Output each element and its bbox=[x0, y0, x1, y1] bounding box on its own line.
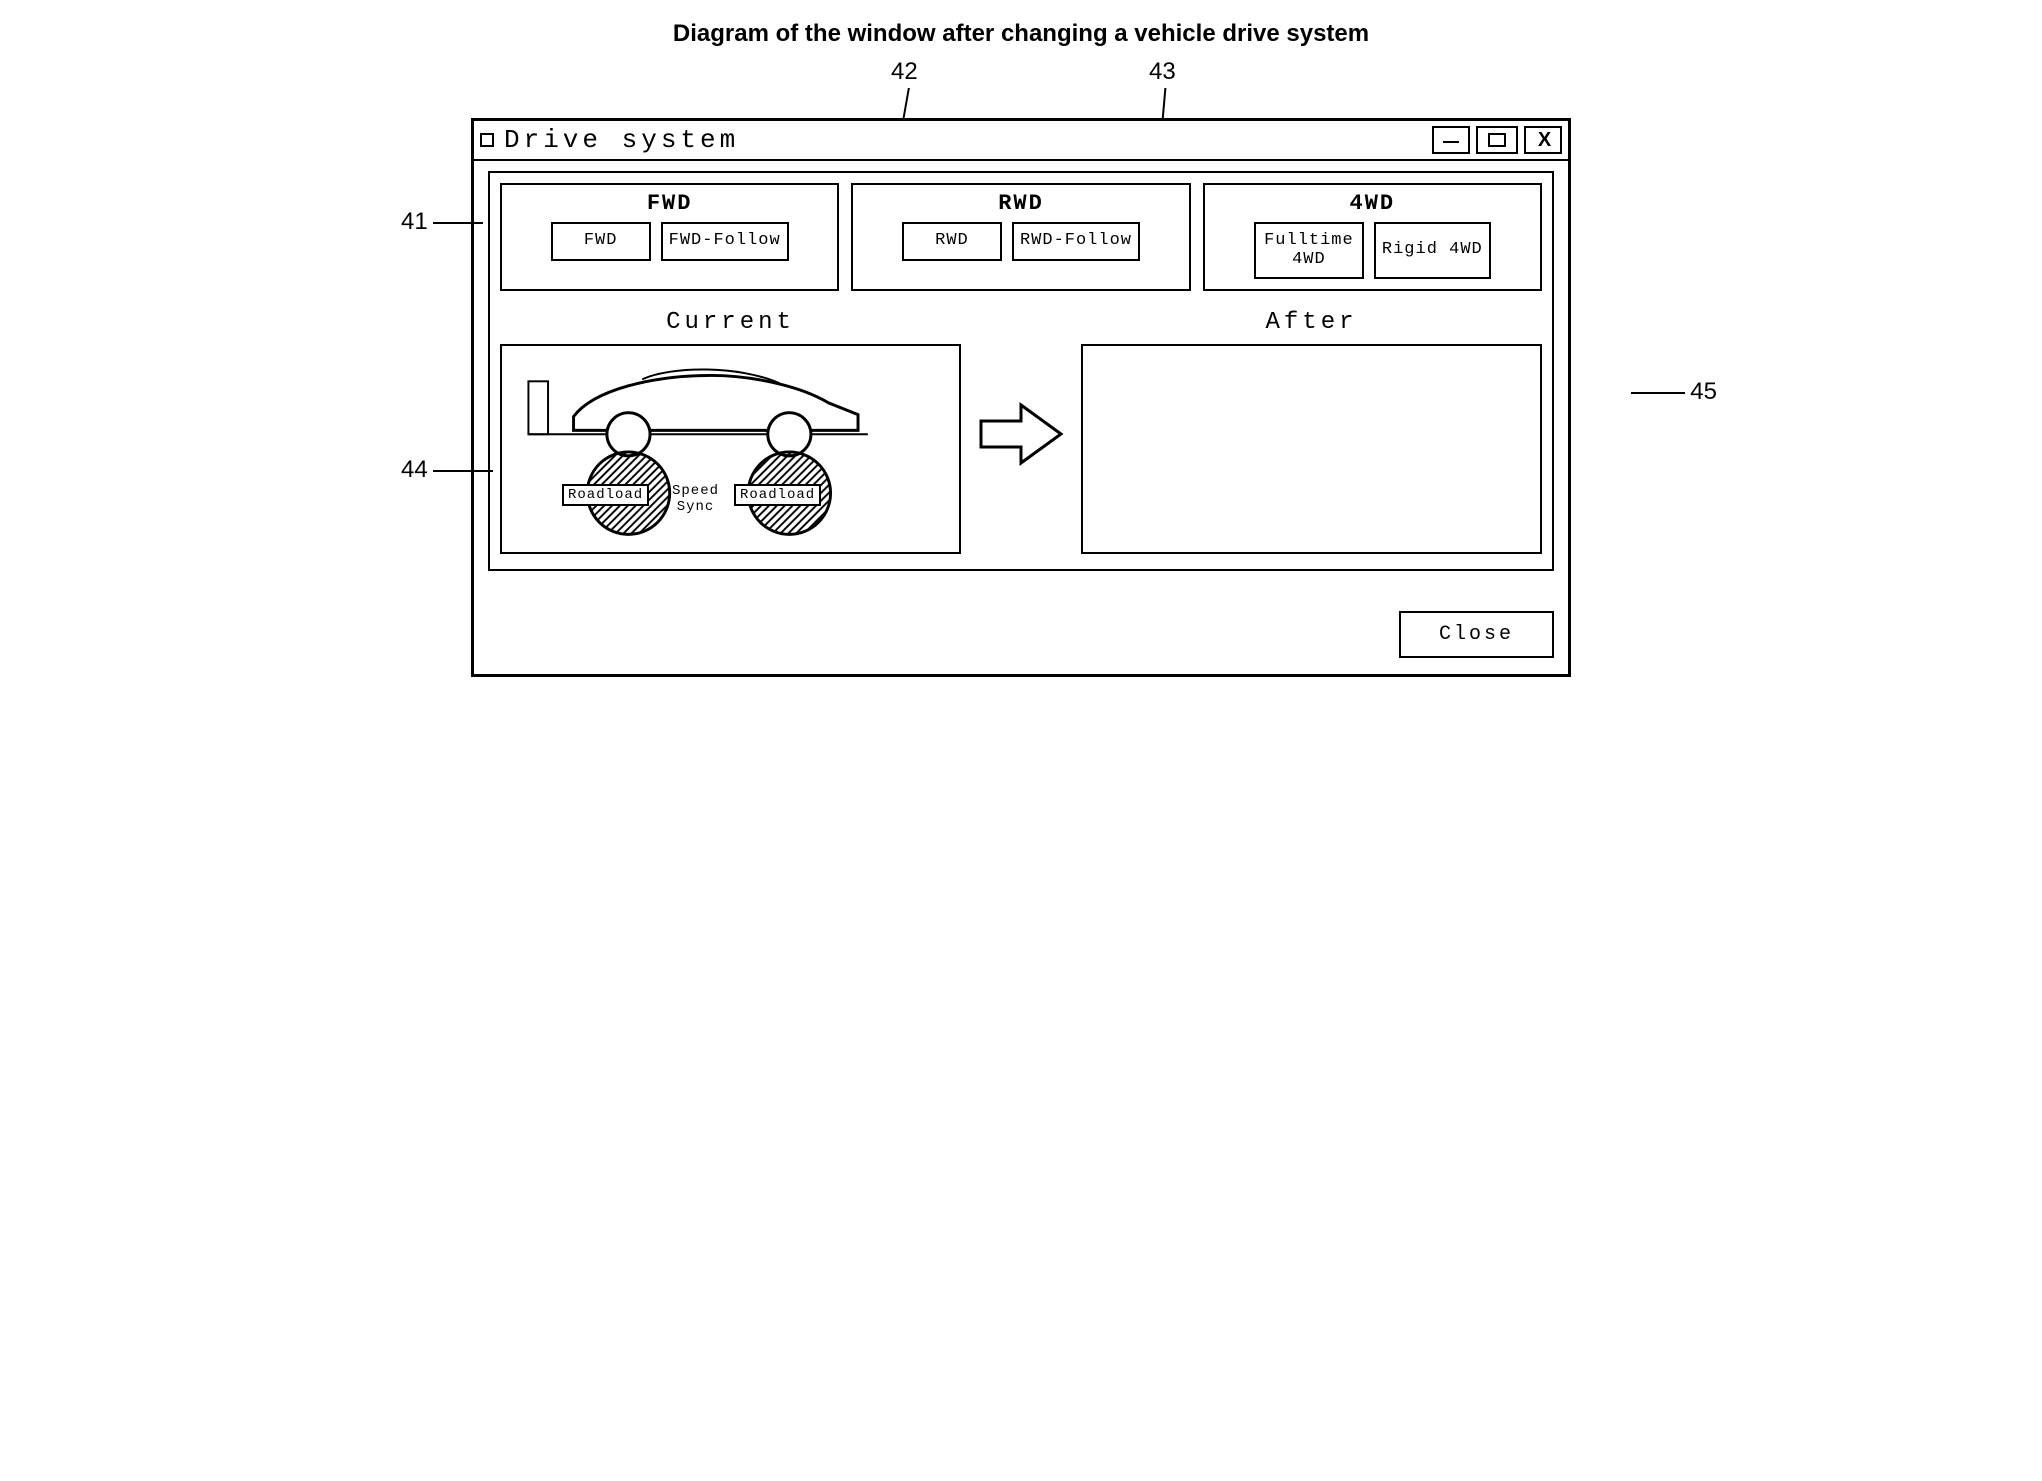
top-callouts: 42 43 bbox=[401, 58, 1641, 118]
front-roller-label: Roadload bbox=[562, 484, 649, 506]
callout-41-leader bbox=[433, 222, 483, 224]
callout-45-leader bbox=[1631, 392, 1685, 394]
fwd-follow-button[interactable]: FWD-Follow bbox=[661, 222, 789, 261]
current-vehicle-diagram bbox=[502, 346, 959, 552]
current-label: Current bbox=[500, 309, 961, 336]
fulltime-4wd-button[interactable]: Fulltime 4WD bbox=[1254, 222, 1364, 279]
rigid-4wd-button[interactable]: Rigid 4WD bbox=[1374, 222, 1491, 279]
rwd-button[interactable]: RWD bbox=[902, 222, 1002, 261]
rwd-follow-button[interactable]: RWD-Follow bbox=[1012, 222, 1140, 261]
4wd-group-title: 4WD bbox=[1215, 191, 1530, 216]
close-window-button[interactable]: X bbox=[1524, 126, 1562, 154]
main-panel: FWD FWD FWD-Follow RWD RWD RWD-Follow bbox=[488, 171, 1554, 571]
4wd-group: 4WD Fulltime 4WD Rigid 4WD bbox=[1203, 183, 1542, 291]
minimize-icon bbox=[1443, 137, 1459, 143]
fwd-group: FWD FWD FWD-Follow bbox=[500, 183, 839, 291]
rwd-group: RWD RWD RWD-Follow bbox=[851, 183, 1190, 291]
maximize-button[interactable] bbox=[1476, 126, 1518, 154]
current-preview-box: Roadload Speed Sync Roadload bbox=[500, 344, 961, 554]
drive-system-window: Drive system X FWD FWD FWD-Follow bbox=[471, 118, 1571, 677]
figure-caption: Diagram of the window after changing a v… bbox=[401, 20, 1641, 48]
callout-43: 43 bbox=[1149, 58, 1176, 86]
fwd-group-title: FWD bbox=[512, 191, 827, 216]
drive-system-selector-row: FWD FWD FWD-Follow RWD RWD RWD-Follow bbox=[500, 183, 1542, 291]
preview-row: Current bbox=[500, 309, 1542, 559]
window-client-area: FWD FWD FWD-Follow RWD RWD RWD-Follow bbox=[474, 161, 1568, 674]
rwd-group-title: RWD bbox=[863, 191, 1178, 216]
rear-roller-label: Roadload bbox=[734, 484, 821, 506]
window-controls: X bbox=[1432, 126, 1562, 154]
transition-arrow bbox=[961, 309, 1081, 559]
callout-42: 42 bbox=[891, 58, 918, 86]
callout-44-leader bbox=[433, 470, 493, 472]
after-preview-column: After bbox=[1081, 309, 1542, 554]
titlebar: Drive system X bbox=[474, 121, 1568, 161]
window-title: Drive system bbox=[504, 125, 1432, 155]
close-button[interactable]: Close bbox=[1399, 611, 1554, 658]
callout-44: 44 bbox=[401, 456, 428, 484]
after-preview-box bbox=[1081, 344, 1542, 554]
current-preview-column: Current bbox=[500, 309, 961, 554]
minimize-button[interactable] bbox=[1432, 126, 1470, 154]
callout-41: 41 bbox=[401, 208, 428, 236]
system-menu-icon[interactable] bbox=[480, 133, 494, 147]
arrow-icon bbox=[976, 399, 1066, 469]
callout-45: 45 bbox=[1690, 378, 1717, 406]
maximize-icon bbox=[1488, 133, 1506, 147]
fwd-button[interactable]: FWD bbox=[551, 222, 651, 261]
speed-sync-label: Speed Sync bbox=[672, 484, 719, 515]
close-icon: X bbox=[1538, 129, 1548, 152]
after-label: After bbox=[1081, 309, 1542, 336]
